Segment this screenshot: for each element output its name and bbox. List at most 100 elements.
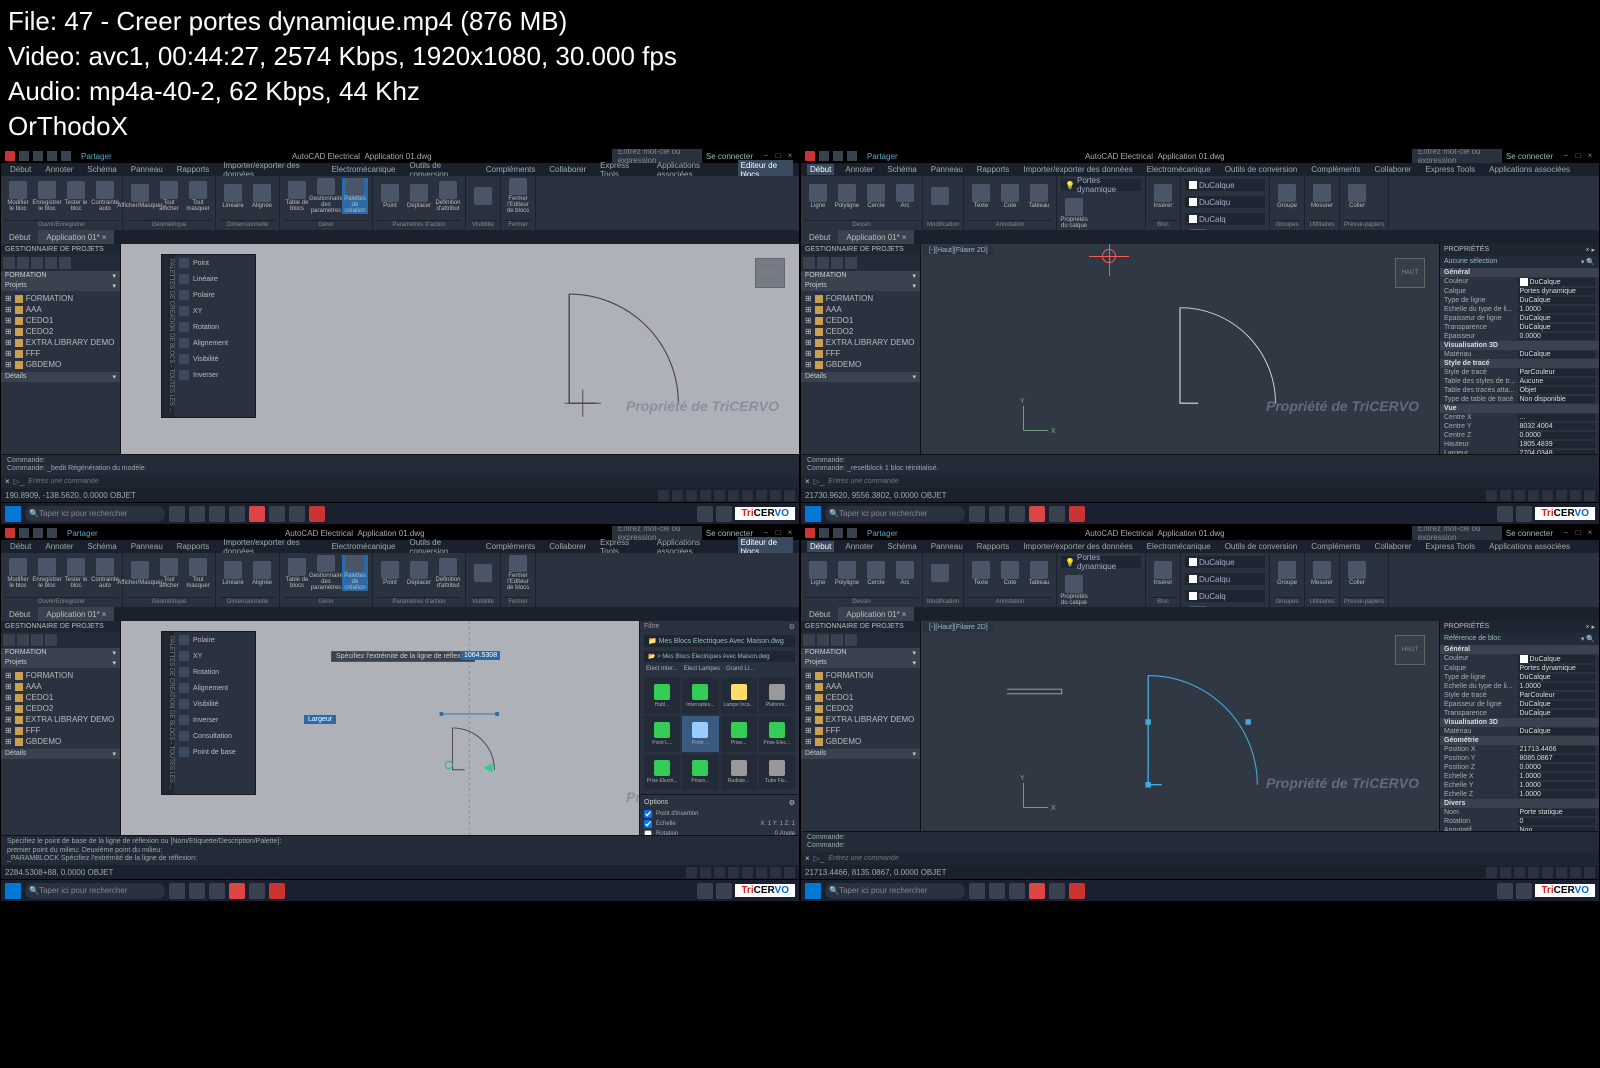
tray-icon[interactable] — [716, 506, 732, 522]
ribbon-button[interactable]: Polyligne — [834, 178, 860, 214]
property-row[interactable]: Style de tracéParCouleur — [1440, 368, 1599, 377]
taskbar-app-icon[interactable] — [1009, 506, 1025, 522]
project-tree-item[interactable]: ⊞ FORMATION — [805, 293, 916, 304]
status-icon[interactable] — [770, 490, 781, 501]
opt-scale[interactable] — [644, 820, 652, 828]
property-row[interactable]: Table des tracés atta...Objet — [1440, 386, 1599, 395]
property-row[interactable]: CouleurDuCalque — [1440, 654, 1599, 664]
pm-tool-icon[interactable] — [3, 634, 15, 646]
taskbar-app-icon[interactable] — [189, 883, 205, 899]
palette-titlebar[interactable]: PALETTES DE CREATION DE BLOCS - TOUTES L… — [162, 255, 174, 417]
ribbon-button[interactable] — [470, 178, 496, 214]
tool-palette[interactable]: Filtre⚙ 📁 Mes Blocs Electriques Avec Mai… — [639, 621, 799, 835]
property-row[interactable]: Style de tracéParCouleur — [1440, 691, 1599, 700]
project-tree-item[interactable]: ⊞ FFF — [5, 348, 116, 359]
tray-icon[interactable] — [716, 883, 732, 899]
project-tree-item[interactable]: ⊞ CEDO2 — [805, 703, 916, 714]
maximize-icon[interactable]: □ — [1573, 528, 1583, 538]
qat-icon[interactable] — [819, 528, 829, 538]
property-category[interactable]: Divers — [1440, 799, 1599, 808]
drawing-canvas[interactable]: PALETTES DE CREATION DE BLOCS - TOUTES L… — [121, 244, 799, 453]
status-icon[interactable] — [784, 490, 795, 501]
ribbon-button[interactable]: Définition d'attribut — [435, 178, 461, 214]
project-tree-item[interactable]: ⊞ FORMATION — [5, 293, 116, 304]
property-combo[interactable]: DuCalqu — [1185, 573, 1265, 585]
ribbon-button[interactable]: Afficher/Masquer — [127, 178, 153, 214]
ribbon-button[interactable]: Coller — [1344, 555, 1370, 591]
palette-item[interactable]: XY — [174, 648, 255, 664]
selection-combo[interactable]: Aucune sélection▾ 🔍 — [1440, 256, 1599, 268]
tab-home[interactable]: Début — [1, 607, 38, 621]
ribbon-tab[interactable]: Début — [807, 164, 834, 175]
minimize-icon[interactable]: − — [1561, 151, 1571, 161]
ribbon-button[interactable]: Ligne — [805, 178, 831, 214]
property-row[interactable]: CouleurDuCalque — [1440, 277, 1599, 287]
ribbon-button[interactable]: Tout masquer — [185, 555, 211, 591]
taskbar-app-icon[interactable] — [1029, 883, 1045, 899]
project-tree-item[interactable]: ⊞ FFF — [805, 348, 916, 359]
autocad-taskbar-icon[interactable] — [1069, 506, 1085, 522]
property-category[interactable]: Visualisation 3D — [1440, 718, 1599, 727]
tray-icon[interactable] — [697, 506, 713, 522]
status-icon[interactable] — [1570, 867, 1581, 878]
pm-tool-icon[interactable] — [817, 634, 829, 646]
taskbar-app-icon[interactable] — [169, 883, 185, 899]
palette-item[interactable]: Inverser — [174, 367, 255, 383]
ribbon-tab[interactable]: Panneau — [128, 541, 166, 552]
project-tree-item[interactable]: ⊞ AAA — [5, 681, 116, 692]
ribbon-button[interactable]: Mesurer — [1309, 178, 1335, 214]
tab-doc[interactable]: Application 01*× — [38, 607, 114, 621]
taskbar-app-icon[interactable] — [1049, 506, 1065, 522]
share-button[interactable]: Partager — [867, 529, 898, 538]
pm-tool-icon[interactable] — [3, 257, 15, 269]
ribbon-button[interactable]: Linéaire — [220, 555, 246, 591]
taskbar-app-icon[interactable] — [169, 506, 185, 522]
ribbon-tab[interactable]: Compléments — [483, 164, 538, 175]
taskbar-app-icon[interactable] — [969, 883, 985, 899]
qat-icon[interactable] — [19, 151, 29, 161]
start-button[interactable] — [805, 883, 821, 899]
block-thumbnail[interactable]: Prise Elec... — [759, 716, 795, 752]
property-combo[interactable]: DuCalque — [1185, 556, 1265, 568]
status-icon[interactable] — [1500, 867, 1511, 878]
gear-icon[interactable]: ⚙ — [789, 623, 795, 631]
taskbar-app-icon[interactable] — [1049, 883, 1065, 899]
library-combo[interactable]: 📁 Mes Blocs Electriques Avec Maison.dwg — [644, 635, 795, 647]
project-tree-item[interactable]: ⊞ FFF — [5, 725, 116, 736]
ribbon-button[interactable]: Enregistrer le bloc — [34, 555, 60, 591]
property-combo[interactable]: DuCalque — [1185, 179, 1265, 191]
pm-tool-icon[interactable] — [831, 257, 843, 269]
taskbar-app-icon[interactable] — [229, 506, 245, 522]
project-tree-item[interactable]: ⊞ EXTRA LIBRARY DEMO — [5, 337, 116, 348]
status-icon[interactable] — [742, 867, 753, 878]
property-row[interactable]: Echelle du type de li...1.0000 — [1440, 305, 1599, 314]
property-row[interactable]: Position Y8085.0867 — [1440, 754, 1599, 763]
property-category[interactable]: Style de tracé — [1440, 359, 1599, 368]
ribbon-tab[interactable]: Début — [7, 541, 34, 552]
ribbon-button[interactable]: Arc — [892, 555, 918, 591]
status-icon[interactable] — [756, 867, 767, 878]
ribbon-button[interactable]: Palettes de création — [342, 178, 368, 214]
status-icon[interactable] — [770, 867, 781, 878]
property-row[interactable]: CalquePortes dynamique — [1440, 287, 1599, 296]
block-thumbnail[interactable]: Tube Flu... — [759, 754, 795, 790]
status-icon[interactable] — [1584, 490, 1595, 501]
ribbon-tab[interactable]: Annoter — [842, 541, 876, 552]
qat-icon[interactable] — [819, 151, 829, 161]
block-thumbnail[interactable]: Prise Electri... — [644, 754, 680, 790]
status-icon[interactable] — [756, 490, 767, 501]
ribbon-tab[interactable]: Electromécanique — [1144, 541, 1214, 552]
layer-combo[interactable]: 💡Portes dynamique — [1061, 179, 1141, 191]
ribbon-button[interactable]: Modifier le bloc — [5, 555, 31, 591]
ribbon-button[interactable]: Déplacer — [406, 178, 432, 214]
tray-icon[interactable] — [1497, 883, 1513, 899]
drawing-canvas[interactable]: Largeur Spécifiez l'extrémité de la lign… — [121, 621, 799, 835]
ribbon-button[interactable]: Contrainte auto — [92, 555, 118, 591]
path-combo[interactable]: 📂 > Mes Blocs Electriques Avec Maison.dw… — [644, 651, 795, 662]
taskbar-search[interactable]: 🔍 Taper ici pour rechercher — [825, 883, 965, 899]
ribbon-tab[interactable]: Collaborer — [546, 164, 589, 175]
taskbar-app-icon[interactable] — [989, 883, 1005, 899]
pm-section[interactable]: Projets▾ — [801, 281, 920, 291]
ribbon-tab[interactable]: Annoter — [42, 541, 76, 552]
project-tree-item[interactable]: ⊞ GBDEMO — [5, 359, 116, 370]
